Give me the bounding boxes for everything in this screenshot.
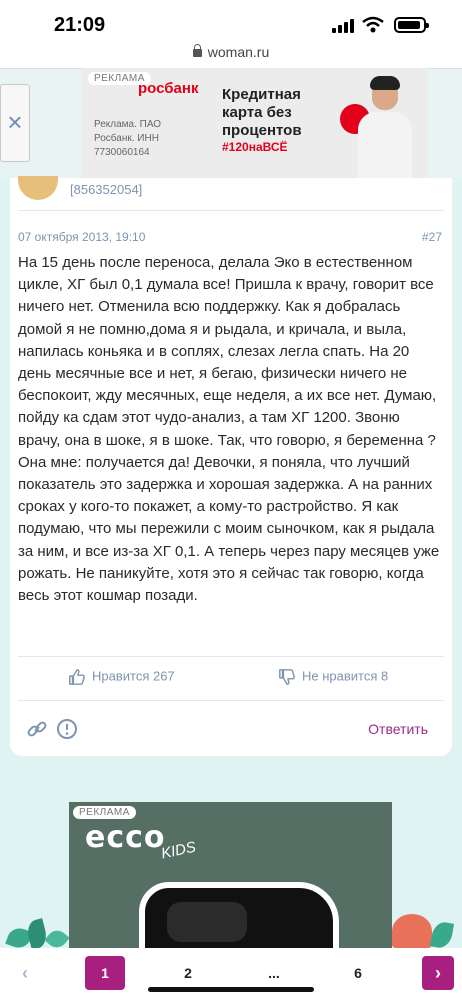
like-label: Нравится 267 — [92, 668, 175, 684]
like-button[interactable]: Нравится 267 — [68, 668, 175, 686]
dislike-label: Не нравится 8 — [302, 668, 389, 684]
thumbs-up-icon — [69, 669, 85, 685]
decorative-leaf — [24, 918, 50, 950]
status-bar: 21:09 — [0, 0, 462, 44]
comment-number[interactable]: #27 — [422, 230, 442, 244]
clock: 21:09 — [54, 14, 106, 36]
battery-icon — [394, 17, 429, 33]
comment-text: На 15 день после переноса, делала Эко в … — [18, 254, 440, 605]
user-id[interactable]: [856352054] — [70, 182, 142, 197]
ad-label: РЕКЛАМА — [73, 806, 136, 819]
lock-icon — [192, 44, 202, 57]
page-1-button[interactable]: 1 — [85, 956, 125, 990]
close-ad-button[interactable]: × — [0, 84, 30, 162]
avatar — [18, 176, 58, 200]
report-icon[interactable] — [56, 718, 78, 740]
ecco-logo: ecco — [85, 820, 166, 855]
divider — [18, 700, 444, 701]
ad-title: Кредитная карта без процентов — [222, 86, 302, 139]
page-ellipsis[interactable]: ... — [256, 956, 292, 990]
url-text: woman.ru — [207, 44, 270, 60]
wifi-icon — [362, 16, 384, 33]
reply-button[interactable]: Ответить — [368, 721, 428, 737]
comment-date: 07 октября 2013, 19:10 — [18, 230, 146, 244]
page-6-button[interactable]: 6 — [340, 956, 376, 990]
divider — [18, 656, 444, 657]
ad-person-image — [340, 74, 412, 178]
next-page-button[interactable]: › — [422, 956, 454, 990]
divider — [18, 210, 444, 211]
ad-legal-text: Реклама. ПАО Росбанк. ИНН 7730060164 — [94, 119, 162, 158]
thumbs-down-icon — [279, 669, 295, 685]
decorative-leaf — [429, 920, 455, 950]
prev-page-button[interactable]: ‹ — [8, 956, 42, 990]
link-icon[interactable] — [26, 718, 48, 740]
pagination: ‹ 1 2 ... 6 › — [0, 948, 462, 1000]
comment-card: [856352054] 07 октября 2013, 19:10 #27 Н… — [10, 176, 452, 756]
ad-brand-logo: росбанк — [138, 80, 199, 97]
ad-hashtag: #120наВСЁ — [222, 140, 288, 154]
decorative-fruit — [392, 914, 432, 948]
address-bar[interactable]: woman.ru — [0, 44, 462, 68]
shoe-lining — [167, 902, 247, 942]
rosbank-ad-banner[interactable]: РЕКЛАМА росбанк Кредитная карта без проц… — [82, 68, 428, 178]
home-indicator — [148, 987, 314, 992]
signal-icon — [332, 19, 356, 33]
page-2-button[interactable]: 2 — [170, 956, 206, 990]
dislike-button[interactable]: Не нравится 8 — [278, 668, 388, 686]
ecco-ad-banner[interactable]: РЕКЛАМА ecco KIDS — [69, 802, 392, 962]
